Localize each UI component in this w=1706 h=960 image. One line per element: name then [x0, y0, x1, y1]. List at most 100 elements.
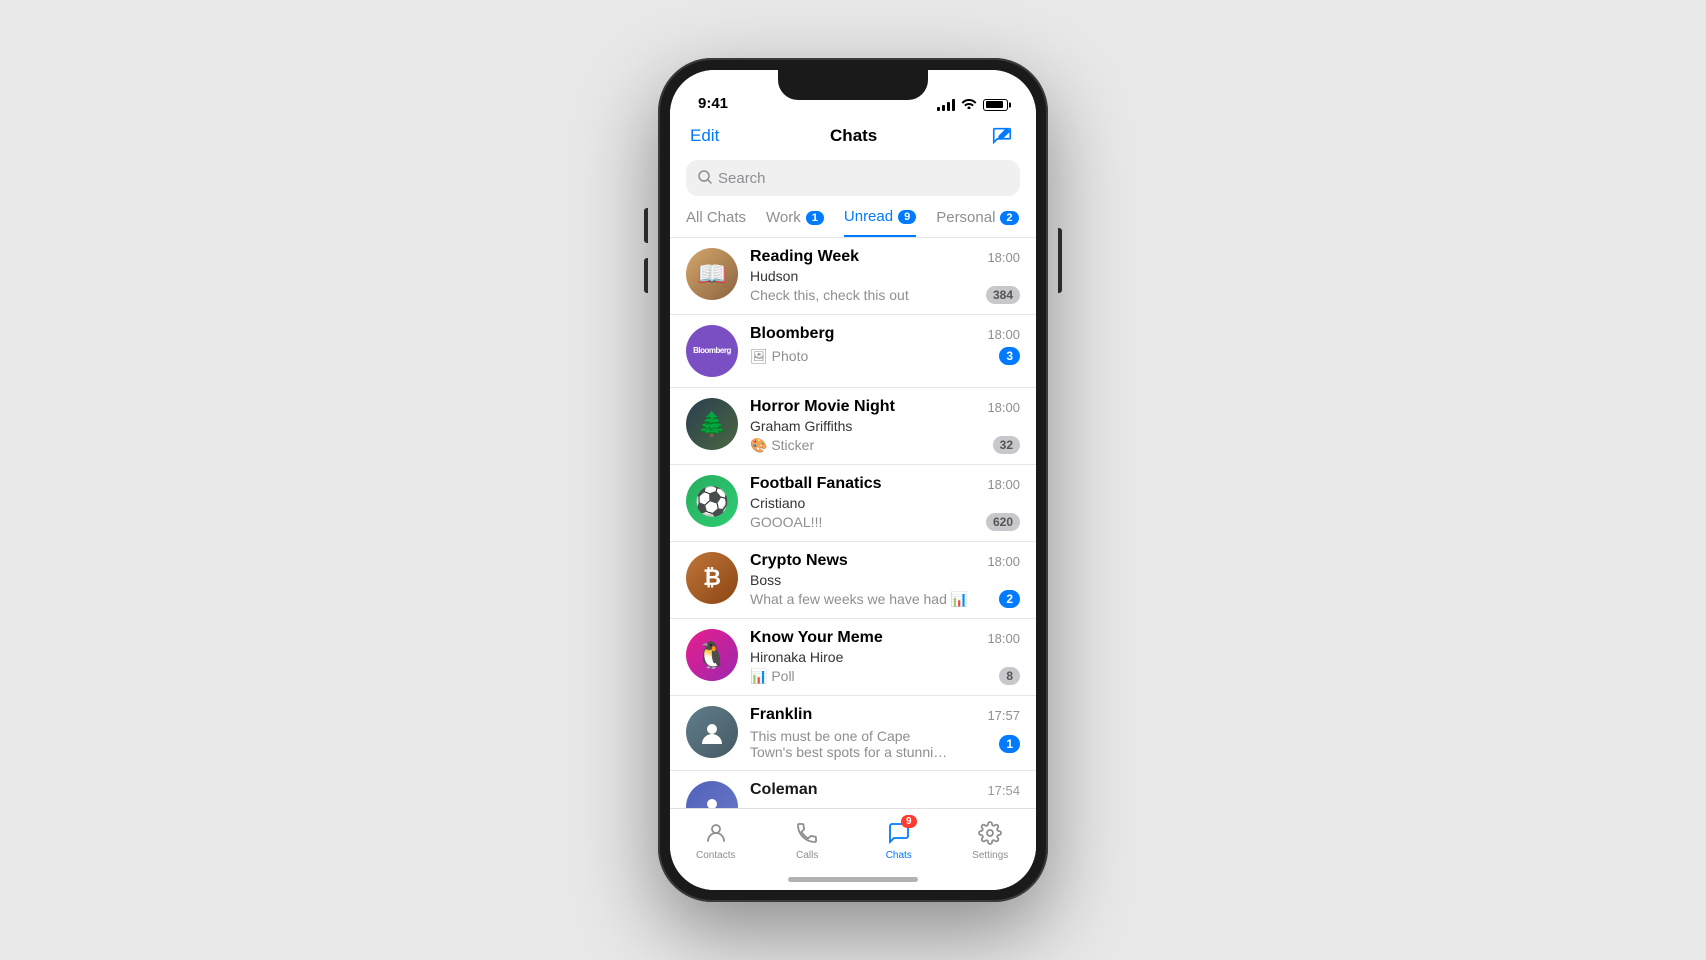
edit-button[interactable]: Edit	[690, 126, 719, 146]
unread-badge-football: 620	[986, 513, 1020, 531]
chat-preview-reading-week: Check this, check this out	[750, 287, 909, 303]
chat-name-franklin: Franklin	[750, 706, 812, 724]
chat-time-franklin: 17:57	[987, 708, 1020, 723]
chat-name-reading-week: Reading Week	[750, 248, 859, 266]
tab-bar-settings[interactable]: Settings	[945, 819, 1037, 861]
chat-item-franklin[interactable]: Franklin 17:57 This must be one of Cape …	[670, 696, 1036, 771]
chat-preview-franklin: This must be one of Cape Town's best spo…	[750, 728, 950, 760]
chat-name-bloomberg: Bloomberg	[750, 325, 834, 343]
chat-name-crypto: Crypto News	[750, 552, 848, 570]
volume-up-button[interactable]	[644, 208, 648, 243]
status-icons	[937, 97, 1008, 112]
chat-content-bloomberg: Bloomberg 18:00 🖼 Photo 3	[750, 325, 1020, 365]
search-bar[interactable]: Search	[686, 160, 1020, 196]
chat-name-horror: Horror Movie Night	[750, 398, 895, 416]
chat-time-horror: 18:00	[987, 400, 1020, 415]
chat-item-reading-week[interactable]: 📖 Reading Week 18:00 Hudson Check this, …	[670, 238, 1036, 315]
unread-badge-horror: 32	[993, 436, 1020, 454]
tab-bar-contacts[interactable]: Contacts	[670, 819, 762, 861]
search-icon	[698, 170, 712, 187]
chat-sender-meme: Hironaka Hiroe	[750, 649, 1020, 665]
search-placeholder: Search	[718, 170, 766, 187]
tab-unread[interactable]: Unread 9	[844, 208, 916, 237]
filter-tabs: All Chats Work 1 Unread 9 Personal 2	[670, 204, 1036, 238]
compose-button[interactable]	[988, 122, 1016, 150]
chat-sender-football: Cristiano	[750, 495, 1020, 511]
tab-all-chats[interactable]: All Chats	[686, 209, 746, 236]
chat-sender-horror: Graham Griffiths	[750, 418, 1020, 434]
chat-content-reading-week: Reading Week 18:00 Hudson Check this, ch…	[750, 248, 1020, 304]
avatar-meme: 🐧	[686, 629, 738, 681]
chat-item-bloomberg[interactable]: Bloomberg Bloomberg 18:00 🖼 Photo 3	[670, 315, 1036, 388]
chat-name-football: Football Fanatics	[750, 475, 882, 493]
home-indicator	[788, 877, 918, 882]
chat-time-bloomberg: 18:00	[987, 327, 1020, 342]
tab-bar-contacts-label: Contacts	[696, 850, 735, 861]
phone-screen: 9:41	[670, 70, 1036, 890]
chat-sender-crypto: Boss	[750, 572, 1020, 588]
chat-item-football[interactable]: ⚽ Football Fanatics 18:00 Cristiano GOOO…	[670, 465, 1036, 542]
chats-icon: 9	[885, 819, 913, 847]
chat-preview-bloomberg: 🖼 Photo	[750, 348, 808, 365]
tab-bar-calls[interactable]: Calls	[762, 819, 854, 861]
avatar-horror: 🌲	[686, 398, 738, 450]
chat-content-coleman: Coleman 17:54	[750, 781, 1020, 801]
avatar-bloomberg: Bloomberg	[686, 325, 738, 377]
avatar-reading-week: 📖	[686, 248, 738, 300]
chat-time-meme: 18:00	[987, 631, 1020, 646]
chat-content-meme: Know Your Meme 18:00 Hironaka Hiroe 📊 Po…	[750, 629, 1020, 685]
tab-work-badge: 1	[806, 211, 824, 225]
chat-preview-meme: 📊 Poll	[750, 668, 795, 685]
tab-work[interactable]: Work 1	[766, 209, 824, 236]
page-title: Chats	[830, 126, 877, 146]
tab-work-label: Work	[766, 209, 801, 226]
chat-item-horror[interactable]: 🌲 Horror Movie Night 18:00 Graham Griffi…	[670, 388, 1036, 465]
contacts-icon	[702, 819, 730, 847]
phone-frame: 9:41	[658, 58, 1048, 902]
volume-down-button[interactable]	[644, 258, 648, 293]
chat-list: 📖 Reading Week 18:00 Hudson Check this, …	[670, 238, 1036, 808]
chat-content-franklin: Franklin 17:57 This must be one of Cape …	[750, 706, 1020, 760]
tab-bar-chats-label: Chats	[886, 850, 912, 861]
tab-bar-settings-label: Settings	[972, 850, 1008, 861]
tab-unread-badge: 9	[898, 210, 916, 224]
unread-badge-bloomberg: 3	[999, 347, 1020, 365]
signal-icon	[937, 99, 955, 111]
chat-name-meme: Know Your Meme	[750, 629, 883, 647]
tab-bar-calls-label: Calls	[796, 850, 818, 861]
tab-personal-badge: 2	[1000, 211, 1018, 225]
unread-badge-crypto: 2	[999, 590, 1020, 608]
chat-name-coleman: Coleman	[750, 781, 818, 799]
chat-content-football: Football Fanatics 18:00 Cristiano GOOOAL…	[750, 475, 1020, 531]
chat-time-football: 18:00	[987, 477, 1020, 492]
tab-personal-label: Personal	[936, 209, 995, 226]
chat-item-meme[interactable]: 🐧 Know Your Meme 18:00 Hironaka Hiroe 📊 …	[670, 619, 1036, 696]
chat-item-coleman[interactable]: Coleman 17:54	[670, 771, 1036, 808]
chat-time-reading-week: 18:00	[987, 250, 1020, 265]
avatar-crypto: ₿	[686, 552, 738, 604]
unread-badge-meme: 8	[999, 667, 1020, 685]
chat-preview-crypto: What a few weeks we have had 📊	[750, 591, 968, 608]
avatar-coleman	[686, 781, 738, 808]
chat-time-crypto: 18:00	[987, 554, 1020, 569]
chat-item-crypto[interactable]: ₿ Crypto News 18:00 Boss What a few week…	[670, 542, 1036, 619]
tab-all-chats-label: All Chats	[686, 209, 746, 226]
chat-content-horror: Horror Movie Night 18:00 Graham Griffith…	[750, 398, 1020, 454]
status-time: 9:41	[698, 95, 728, 112]
chat-time-coleman: 17:54	[987, 783, 1020, 798]
avatar-franklin	[686, 706, 738, 758]
unread-badge-reading-week: 384	[986, 286, 1020, 304]
search-container: Search	[670, 160, 1036, 204]
tab-personal[interactable]: Personal 2	[936, 209, 1018, 236]
chats-tab-badge: 9	[901, 815, 917, 828]
tab-unread-label: Unread	[844, 208, 893, 225]
unread-badge-franklin: 1	[999, 735, 1020, 753]
chat-content-crypto: Crypto News 18:00 Boss What a few weeks …	[750, 552, 1020, 608]
chat-sender-reading-week: Hudson	[750, 268, 1020, 284]
power-button[interactable]	[1058, 228, 1062, 293]
battery-icon	[983, 99, 1008, 111]
chat-preview-horror: 🎨 Sticker	[750, 437, 814, 454]
settings-icon	[976, 819, 1004, 847]
tab-bar-chats[interactable]: 9 Chats	[853, 819, 945, 861]
avatar-football: ⚽	[686, 475, 738, 527]
